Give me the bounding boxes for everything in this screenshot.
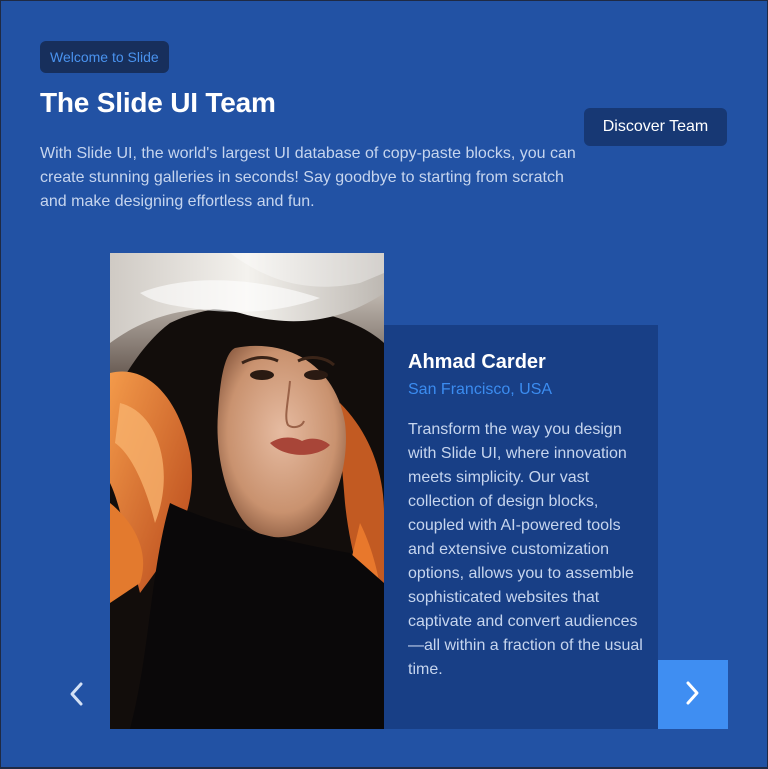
- discover-team-button[interactable]: Discover Team: [584, 108, 727, 146]
- page-title: The Slide UI Team: [40, 87, 276, 118]
- page-description: With Slide UI, the world's largest UI da…: [40, 145, 576, 210]
- member-card: Ahmad Carder San Francisco, USA Transfor…: [384, 325, 658, 729]
- previous-button[interactable]: [46, 661, 106, 729]
- chevron-left-icon: [67, 681, 85, 710]
- member-location: San Francisco, USA: [408, 381, 553, 398]
- member-photo: [110, 253, 384, 729]
- team-section: Welcome to Slide The Slide UI Team With …: [1, 1, 767, 767]
- member-bio: Transform the way you design with Slide …: [408, 421, 643, 678]
- chevron-right-icon: [684, 680, 702, 709]
- next-button[interactable]: [658, 660, 728, 729]
- welcome-badge: Welcome to Slide: [40, 41, 169, 73]
- member-name: Ahmad Carder: [408, 351, 546, 373]
